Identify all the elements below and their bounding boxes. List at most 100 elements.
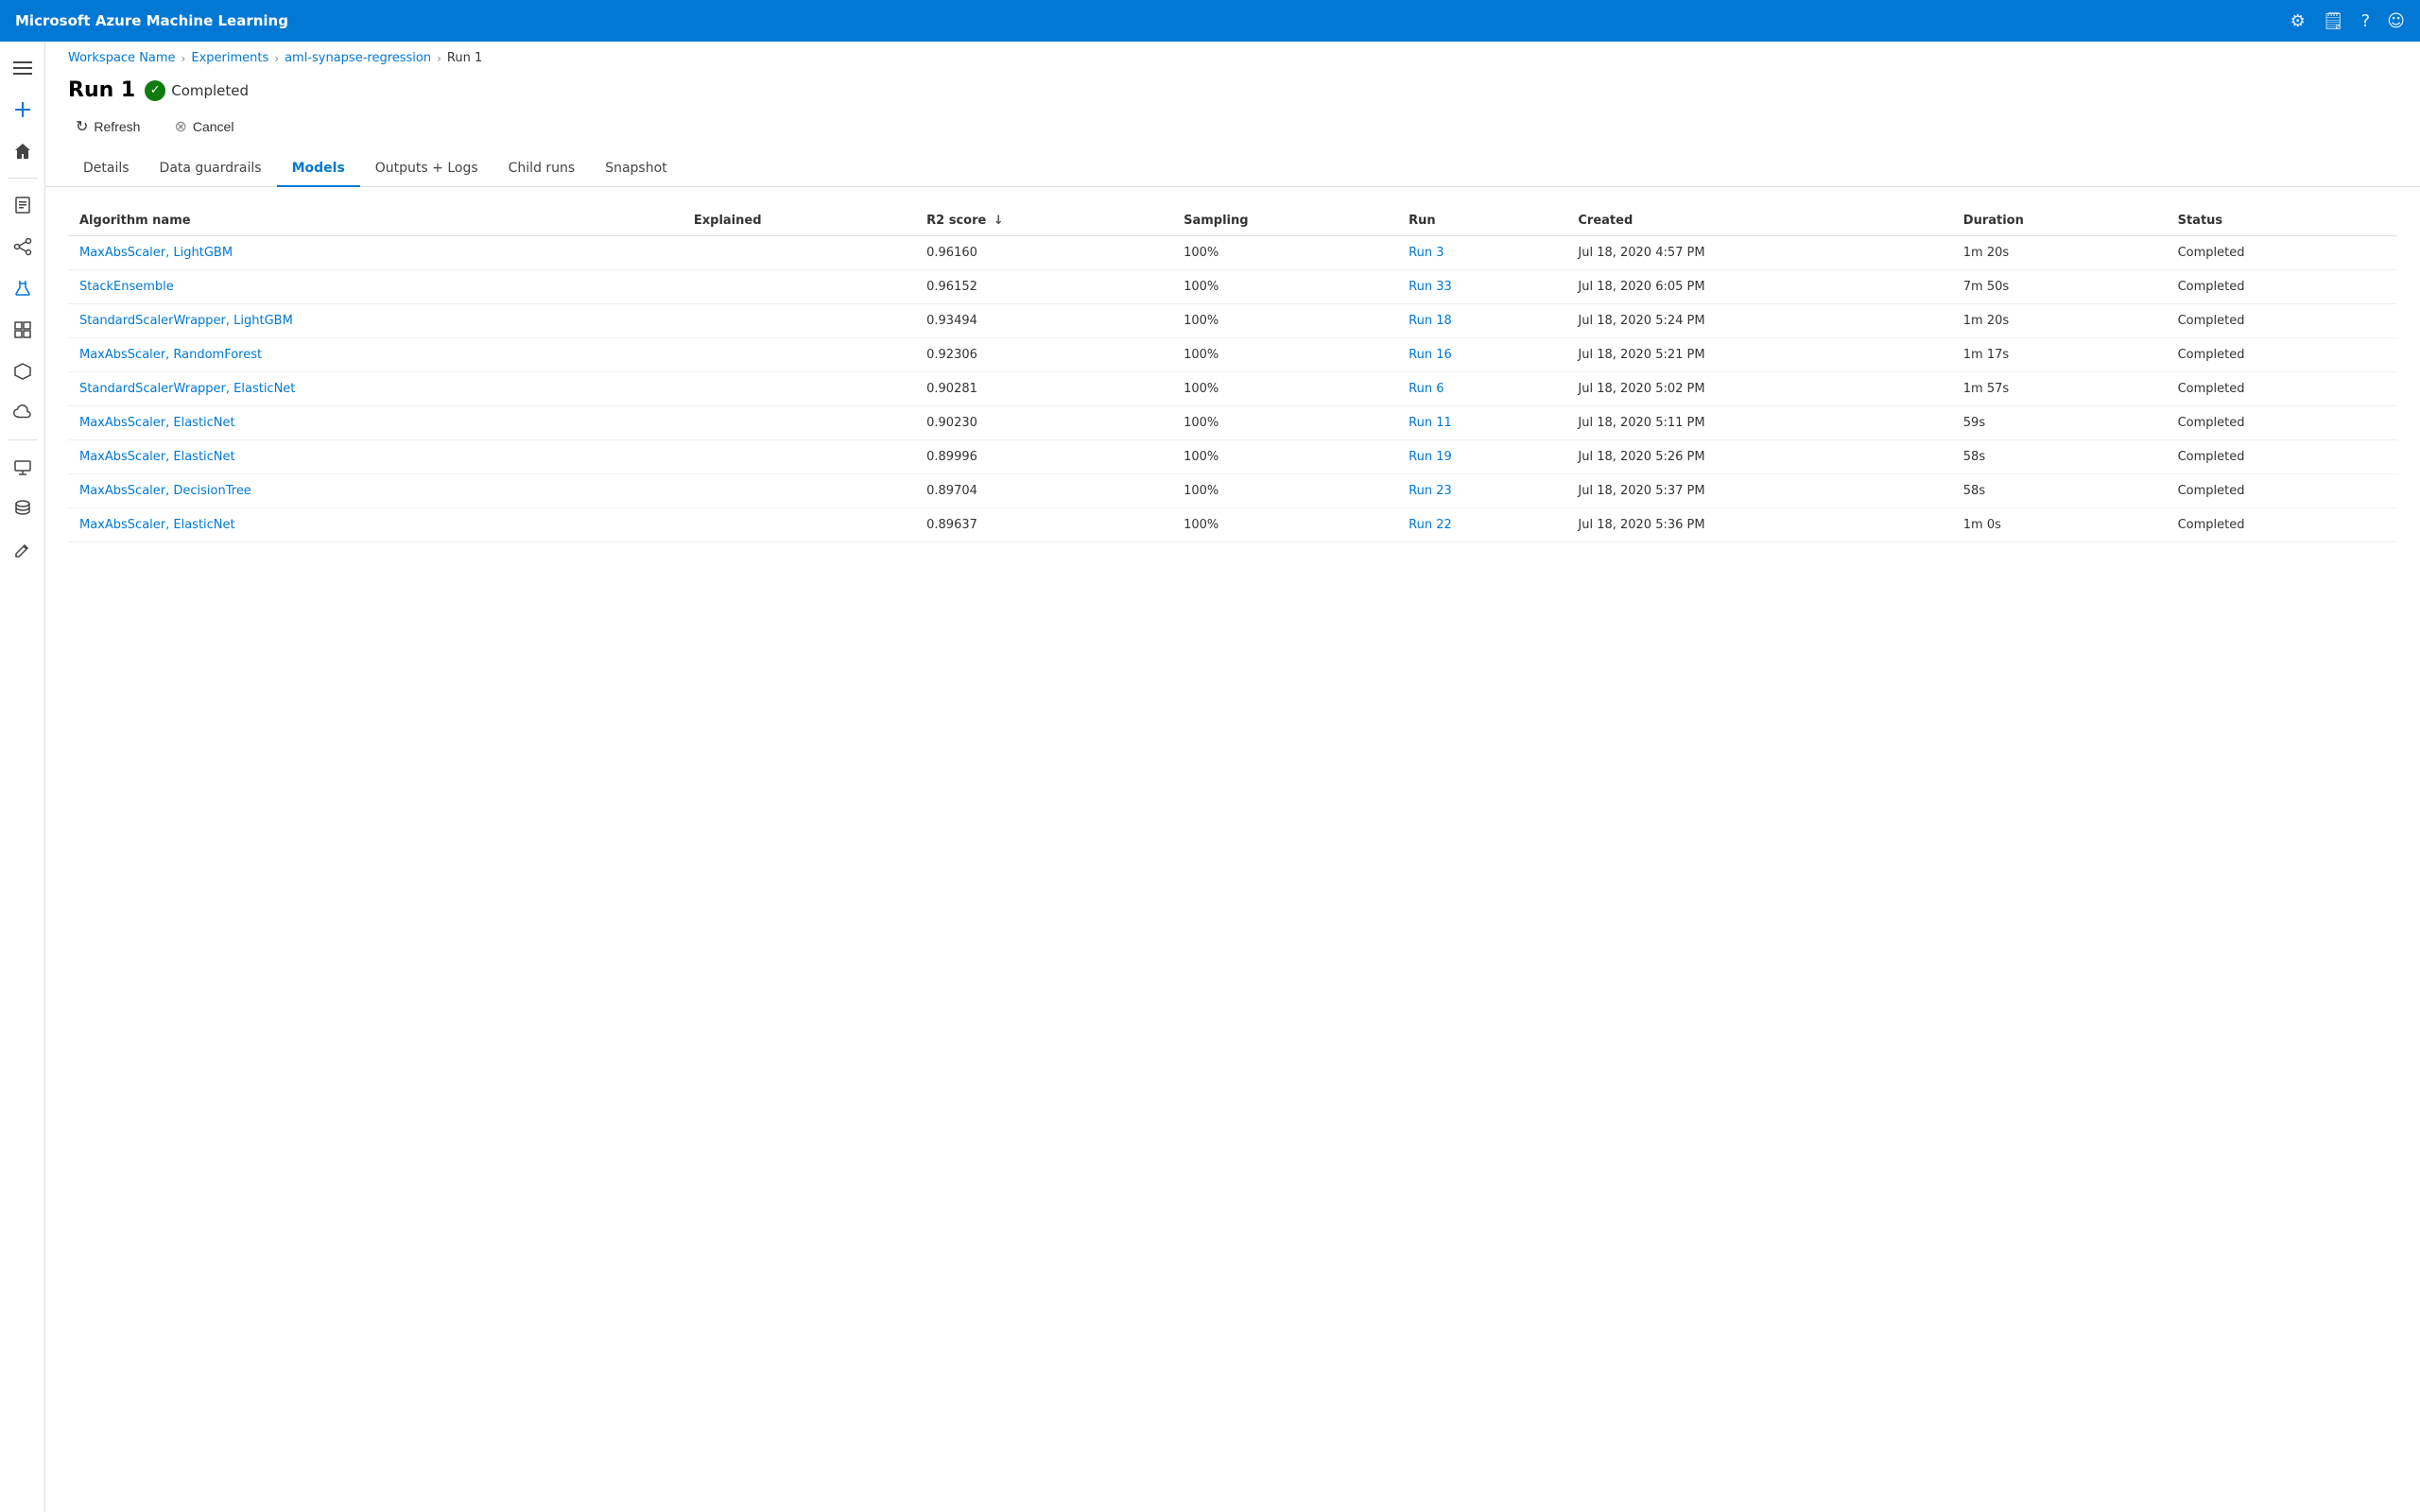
run-link[interactable]: Run 16 bbox=[1409, 348, 1452, 362]
cell-sampling: 100% bbox=[1172, 406, 1397, 440]
cell-explained bbox=[683, 440, 915, 474]
algorithm-link[interactable]: MaxAbsScaler, ElasticNet bbox=[79, 416, 235, 430]
col-duration[interactable]: Duration bbox=[1952, 206, 2167, 236]
table-row: StandardScalerWrapper, ElasticNet 0.9028… bbox=[68, 372, 2397, 406]
col-explained[interactable]: Explained bbox=[683, 206, 915, 236]
algorithm-link[interactable]: StandardScalerWrapper, LightGBM bbox=[79, 314, 293, 328]
cell-run: Run 6 bbox=[1397, 372, 1566, 406]
table-row: StackEnsemble 0.96152 100% Run 33 Jul 18… bbox=[68, 270, 2397, 304]
algorithm-link[interactable]: MaxAbsScaler, LightGBM bbox=[79, 246, 233, 260]
breadcrumb: Workspace Name › Experiments › aml-synap… bbox=[45, 42, 2420, 71]
app-title: Microsoft Azure Machine Learning bbox=[15, 12, 2279, 29]
tab-details[interactable]: Details bbox=[68, 151, 145, 187]
sidebar-item-lab[interactable] bbox=[4, 269, 42, 307]
tab-models[interactable]: Models bbox=[277, 151, 360, 187]
notifications-icon[interactable]: 🗒 bbox=[2323, 11, 2344, 31]
col-sampling[interactable]: Sampling bbox=[1172, 206, 1397, 236]
cell-sampling: 100% bbox=[1172, 508, 1397, 542]
algorithm-link[interactable]: StandardScalerWrapper, ElasticNet bbox=[79, 382, 295, 396]
algorithm-link[interactable]: MaxAbsScaler, DecisionTree bbox=[79, 484, 251, 498]
cell-status: Completed bbox=[2167, 372, 2397, 406]
run-link[interactable]: Run 6 bbox=[1409, 382, 1443, 396]
settings-icon[interactable]: ⚙ bbox=[2290, 11, 2306, 31]
cell-explained bbox=[683, 508, 915, 542]
run-link[interactable]: Run 33 bbox=[1409, 280, 1452, 294]
cell-explained bbox=[683, 372, 915, 406]
algorithm-link[interactable]: MaxAbsScaler, ElasticNet bbox=[79, 450, 235, 464]
sort-arrow-r2: ↓ bbox=[994, 214, 1004, 228]
sidebar-item-menu[interactable] bbox=[4, 49, 42, 87]
table-row: MaxAbsScaler, ElasticNet 0.89637 100% Ru… bbox=[68, 508, 2397, 542]
cell-algorithm: MaxAbsScaler, RandomForest bbox=[68, 338, 683, 372]
cell-status: Completed bbox=[2167, 474, 2397, 508]
col-algorithm[interactable]: Algorithm name bbox=[68, 206, 683, 236]
cell-status: Completed bbox=[2167, 304, 2397, 338]
cell-r2score: 0.89637 bbox=[915, 508, 1172, 542]
action-bar: ↻ Refresh ⊗ Cancel bbox=[68, 113, 2397, 140]
tab-child-runs[interactable]: Child runs bbox=[493, 151, 591, 187]
page-header: Run 1 ✓ Completed ↻ Refresh ⊗ Cancel bbox=[45, 71, 2420, 151]
models-table-container[interactable]: Algorithm name Explained R2 score ↓ Samp… bbox=[45, 187, 2420, 1512]
tab-data-guardrails[interactable]: Data guardrails bbox=[145, 151, 277, 187]
top-navigation: Microsoft Azure Machine Learning ⚙ 🗒 ? ☺ bbox=[0, 0, 2420, 42]
cell-run: Run 22 bbox=[1397, 508, 1566, 542]
sidebar-item-pipeline[interactable] bbox=[4, 228, 42, 266]
models-table: Algorithm name Explained R2 score ↓ Samp… bbox=[68, 206, 2397, 542]
col-status[interactable]: Status bbox=[2167, 206, 2397, 236]
cell-algorithm: MaxAbsScaler, DecisionTree bbox=[68, 474, 683, 508]
cell-r2score: 0.90230 bbox=[915, 406, 1172, 440]
account-icon[interactable]: ☺ bbox=[2387, 11, 2405, 31]
cell-status: Completed bbox=[2167, 270, 2397, 304]
sidebar-item-add[interactable] bbox=[4, 91, 42, 129]
help-icon[interactable]: ? bbox=[2361, 11, 2371, 31]
breadcrumb-sep-1: › bbox=[182, 52, 186, 65]
cell-explained bbox=[683, 338, 915, 372]
tab-outputs-logs[interactable]: Outputs + Logs bbox=[360, 151, 493, 187]
sidebar-item-reports[interactable] bbox=[4, 186, 42, 224]
cell-created: Jul 18, 2020 6:05 PM bbox=[1566, 270, 1951, 304]
sidebar-item-cloud[interactable] bbox=[4, 394, 42, 432]
cell-explained bbox=[683, 406, 915, 440]
refresh-button[interactable]: ↻ Refresh bbox=[68, 113, 147, 140]
sidebar-item-edit[interactable] bbox=[4, 531, 42, 569]
cell-sampling: 100% bbox=[1172, 236, 1397, 270]
sidebar-item-nodes[interactable] bbox=[4, 311, 42, 349]
col-r2score[interactable]: R2 score ↓ bbox=[915, 206, 1172, 236]
cell-duration: 58s bbox=[1952, 474, 2167, 508]
run-link[interactable]: Run 22 bbox=[1409, 518, 1452, 532]
run-link[interactable]: Run 11 bbox=[1409, 416, 1452, 430]
algorithm-link[interactable]: StackEnsemble bbox=[79, 280, 174, 294]
cell-duration: 7m 50s bbox=[1952, 270, 2167, 304]
cell-algorithm: MaxAbsScaler, ElasticNet bbox=[68, 406, 683, 440]
sidebar-item-compute[interactable] bbox=[4, 448, 42, 486]
table-row: MaxAbsScaler, RandomForest 0.92306 100% … bbox=[68, 338, 2397, 372]
sidebar-item-database[interactable] bbox=[4, 490, 42, 527]
cell-status: Completed bbox=[2167, 338, 2397, 372]
page-title: Run 1 bbox=[68, 78, 135, 102]
cell-explained bbox=[683, 236, 915, 270]
cancel-button[interactable]: ⊗ Cancel bbox=[166, 113, 241, 140]
run-link[interactable]: Run 23 bbox=[1409, 484, 1452, 498]
tabs-bar: Details Data guardrails Models Outputs +… bbox=[45, 151, 2420, 187]
cancel-icon: ⊗ bbox=[174, 117, 186, 136]
col-run[interactable]: Run bbox=[1397, 206, 1566, 236]
cell-run: Run 23 bbox=[1397, 474, 1566, 508]
table-row: MaxAbsScaler, DecisionTree 0.89704 100% … bbox=[68, 474, 2397, 508]
algorithm-link[interactable]: MaxAbsScaler, ElasticNet bbox=[79, 518, 235, 532]
algorithm-link[interactable]: MaxAbsScaler, RandomForest bbox=[79, 348, 262, 362]
cell-run: Run 33 bbox=[1397, 270, 1566, 304]
breadcrumb-experiments[interactable]: Experiments bbox=[191, 51, 268, 65]
breadcrumb-workspace[interactable]: Workspace Name bbox=[68, 51, 176, 65]
cell-status: Completed bbox=[2167, 508, 2397, 542]
cell-r2score: 0.89704 bbox=[915, 474, 1172, 508]
run-link[interactable]: Run 3 bbox=[1409, 246, 1443, 260]
tab-snapshot[interactable]: Snapshot bbox=[590, 151, 682, 187]
cell-status: Completed bbox=[2167, 440, 2397, 474]
sidebar-item-models[interactable] bbox=[4, 352, 42, 390]
run-link[interactable]: Run 18 bbox=[1409, 314, 1452, 328]
breadcrumb-experiment-name[interactable]: aml-synapse-regression bbox=[285, 51, 431, 65]
sidebar-item-home[interactable] bbox=[4, 132, 42, 170]
table-row: MaxAbsScaler, ElasticNet 0.89996 100% Ru… bbox=[68, 440, 2397, 474]
col-created[interactable]: Created bbox=[1566, 206, 1951, 236]
run-link[interactable]: Run 19 bbox=[1409, 450, 1452, 464]
